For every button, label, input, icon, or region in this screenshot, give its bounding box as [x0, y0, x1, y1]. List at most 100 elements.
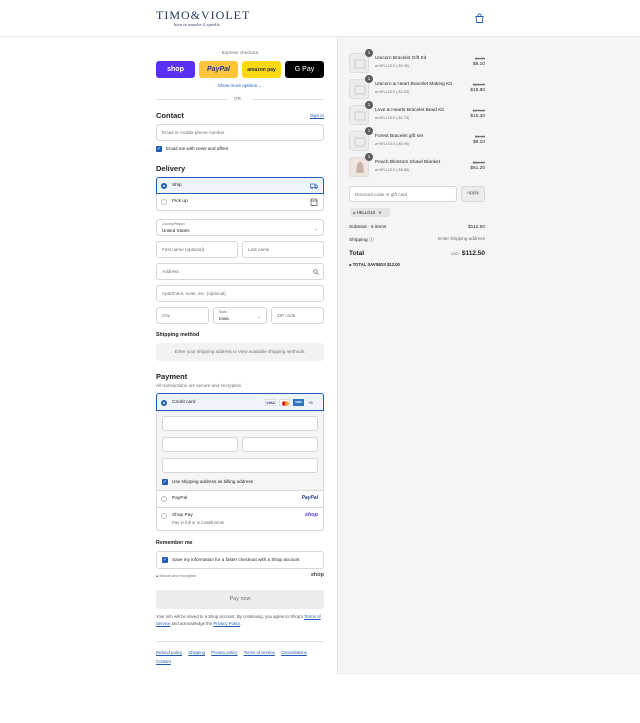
- original-price: $9.00: [474, 56, 485, 61]
- line-discount: ⌀ HELLO10 (-$6.80): [375, 168, 410, 172]
- show-more-options-link[interactable]: Show more options ⌄: [156, 83, 324, 89]
- secure-encrypted-note: 🔒︎ Secure and encrypted: [156, 574, 197, 578]
- sign-in-link[interactable]: Sign in: [300, 113, 324, 118]
- line-discount: ⌀ HELLO10 (-$0.90): [375, 142, 410, 146]
- quantity-badge: 1: [365, 127, 373, 135]
- country-select[interactable]: Country/Region United States ⌄: [156, 219, 324, 236]
- line-price: $19.80: [470, 88, 485, 93]
- news-offers-checkbox[interactable]: ✓: [156, 146, 162, 152]
- product-name: Unicorn & Heart Bracelet Making Kit: [375, 82, 452, 87]
- contact-heading: Contact: [156, 111, 184, 120]
- cancellations-link[interactable]: Cancellations: [281, 650, 307, 655]
- original-price: $68.00: [472, 160, 485, 165]
- remember-me-box: ✓ Save my information for a faster check…: [156, 551, 324, 569]
- billing-same-checkbox[interactable]: ✓: [162, 479, 168, 485]
- truck-icon: [310, 183, 318, 189]
- refund-policy-link[interactable]: Refund policy: [156, 650, 182, 655]
- cart-line-item: 1 Forest Bracelet gift set ⌀ HELLO10 (-$…: [349, 127, 485, 151]
- original-price: $22.00: [472, 82, 485, 87]
- tag-icon: ⌀: [349, 262, 352, 267]
- shop-pay-option[interactable]: Shop Pay Pay in full or in installments …: [156, 508, 324, 531]
- paypal-option[interactable]: PayPal PayPal: [156, 491, 324, 508]
- cart-line-item: 1 Unicorn Bracelet Gift Kit ⌀ HELLO10 (-…: [349, 49, 485, 73]
- quantity-badge: 1: [365, 101, 373, 109]
- search-icon: [313, 269, 319, 275]
- or-divider: OR: [156, 95, 324, 103]
- terms-of-service-footer-link[interactable]: Terms of service: [244, 650, 275, 655]
- zip-code-field[interactable]: ZIP code: [271, 307, 324, 324]
- discount-code-input[interactable]: Discount code or gift card: [349, 186, 457, 202]
- amazon-pay-button[interactable]: amazon pay: [242, 61, 281, 78]
- cart-line-item: 1 Unicorn & Heart Bracelet Making Kit ⌀ …: [349, 75, 485, 99]
- logo-tagline: born to wander & sparkle: [174, 23, 220, 27]
- shop-pay-radio[interactable]: [161, 513, 167, 519]
- card-number-field[interactable]: [162, 416, 318, 431]
- security-code-field[interactable]: [242, 437, 318, 452]
- total-savings: ⌀ TOTAL SAVINGS $12.00: [349, 262, 400, 267]
- paypal-radio[interactable]: [161, 496, 167, 502]
- payment-heading: Payment: [156, 372, 188, 381]
- paypal-logo: PayPal: [301, 495, 318, 501]
- quantity-badge: 1: [365, 153, 373, 161]
- more-cards-count: +5: [308, 400, 313, 405]
- tag-icon: ⌀: [353, 210, 356, 215]
- shipping-method-placeholder: Enter your shipping address to view avai…: [156, 343, 324, 361]
- credit-card-radio[interactable]: [161, 400, 167, 406]
- store-logo[interactable]: TIMO&VIOLET born to wander & sparkle: [156, 8, 251, 30]
- ship-radio[interactable]: [161, 183, 167, 189]
- subtotal-value: $112.50: [468, 225, 485, 230]
- footer-divider: [156, 641, 324, 642]
- city-field[interactable]: City: [156, 307, 209, 324]
- state-select[interactable]: State Iowa ⌄: [213, 307, 267, 324]
- shipping-link[interactable]: Shipping: [188, 650, 205, 655]
- shopping-bag-icon[interactable]: [474, 13, 485, 24]
- shop-logo: shop: [304, 512, 318, 518]
- site-header: TIMO&VIOLET born to wander & sparkle: [0, 0, 640, 37]
- shop-logo: shop: [310, 572, 324, 578]
- lock-icon: 🔒︎: [156, 574, 159, 578]
- news-offers-label: Email me with news and offers: [166, 146, 229, 151]
- apply-discount-button[interactable]: Apply: [461, 186, 485, 202]
- name-on-card-field[interactable]: [162, 458, 318, 473]
- pickup-option[interactable]: Pick up: [156, 194, 324, 211]
- email-field[interactable]: Email or mobile phone number: [156, 124, 324, 141]
- quantity-badge: 1: [365, 49, 373, 57]
- privacy-policy-link[interactable]: Privacy Policy: [213, 621, 239, 626]
- expiration-date-field[interactable]: [162, 437, 238, 452]
- address-field[interactable]: Address: [156, 263, 324, 280]
- footer-links: Refund policy Shipping Privacy policy Te…: [156, 648, 324, 666]
- card-details-panel: ✓ Use shipping address as billing addres…: [156, 411, 324, 491]
- apartment-field[interactable]: Apartment, suite, etc. (optional): [156, 285, 324, 302]
- line-price: $15.30: [470, 114, 485, 119]
- google-pay-button[interactable]: G Pay: [285, 61, 324, 78]
- pay-now-button[interactable]: Pay now: [156, 590, 324, 609]
- contact-link[interactable]: Contact: [156, 659, 171, 664]
- save-info-checkbox[interactable]: ✓: [162, 557, 168, 563]
- total-value: USD $112.50: [450, 250, 485, 257]
- ship-option[interactable]: Ship: [156, 177, 324, 194]
- applied-discount-tag: ⌀ HELLO10 ✕: [350, 208, 390, 217]
- paypal-button[interactable]: PayPal: [199, 61, 238, 78]
- payment-subtitle: All transactions are secure and encrypte…: [156, 383, 242, 388]
- pickup-radio[interactable]: [161, 199, 167, 205]
- first-name-field[interactable]: First name (optional): [156, 241, 238, 258]
- original-price: $17.00: [472, 108, 485, 113]
- privacy-policy-footer-link[interactable]: Privacy policy: [211, 650, 237, 655]
- chevron-down-icon: ⌄: [314, 226, 318, 231]
- remember-me-heading: Remember me: [156, 540, 193, 546]
- legal-notice: Your info will be saved to a Shop accoun…: [156, 614, 321, 626]
- shop-pay-button[interactable]: shop: [156, 61, 195, 78]
- product-name: Forest Bracelet gift set: [375, 134, 423, 139]
- shipping-method-heading: Shipping method: [156, 332, 200, 338]
- remove-discount-icon[interactable]: ✕: [378, 210, 382, 215]
- store-icon: [310, 198, 318, 206]
- product-name: Unicorn Bracelet Gift Kit: [375, 56, 427, 61]
- product-name: Love & Hearts Bracelet Bead Kit: [375, 108, 444, 113]
- last-name-field[interactable]: Last name: [242, 241, 324, 258]
- line-discount: ⌀ HELLO10 (-$1.70): [375, 116, 410, 120]
- credit-card-option[interactable]: Credit card VISA AMEX +5: [156, 393, 324, 411]
- delivery-heading: Delivery: [156, 164, 186, 173]
- line-price: $8.10: [472, 62, 485, 67]
- express-checkout-label: Express checkout: [221, 50, 259, 55]
- line-price: $8.10: [472, 140, 485, 145]
